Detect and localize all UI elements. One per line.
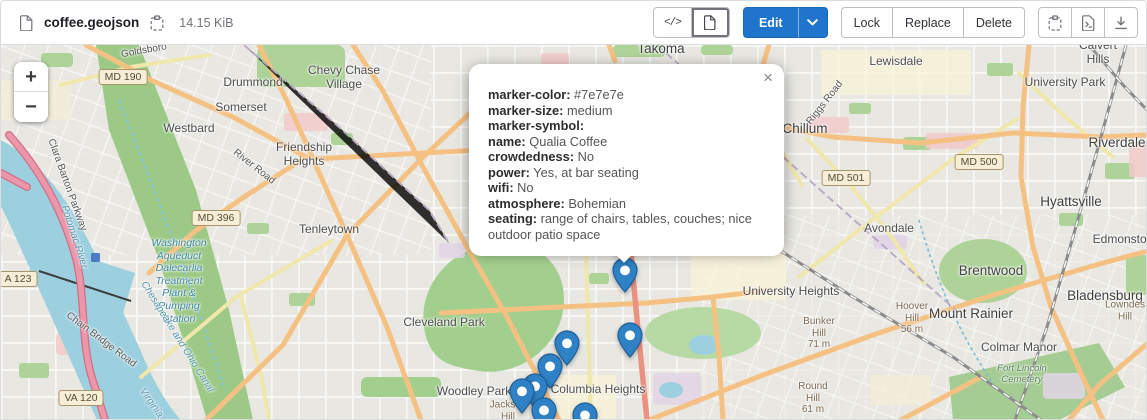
zoom-in-button[interactable]: + [14,62,48,92]
replace-button[interactable]: Replace [892,7,964,38]
copy-contents-button[interactable] [1038,7,1072,38]
code-icon: </> [664,17,681,29]
file-name: coffee.geojson [44,15,139,30]
file-viewer: coffee.geojson 14.15 KiB </> Edit [0,0,1147,420]
popup-property: power: Yes, at bar seating [488,165,770,181]
map-pin-icon [572,402,598,420]
raw-file-icon [1082,15,1095,31]
file-action-group: Lock Replace Delete [841,7,1025,38]
map-marker[interactable] [617,322,643,358]
zoom-out-button[interactable]: − [14,92,48,122]
popup-property: marker-color: #7e7e7e [488,87,770,103]
popup-property: wifi: No [488,180,770,196]
map-marker[interactable] [531,397,557,420]
edit-dropdown-button[interactable] [798,7,828,38]
feature-popup: marker-color: #7e7e7emarker-size: medium… [469,64,784,251]
popup-property: crowdedness: No [488,149,770,165]
edit-button[interactable]: Edit [743,7,799,38]
popup-property: marker-size: medium [488,103,770,119]
file-header: coffee.geojson 14.15 KiB </> Edit [1,1,1146,45]
map-marker[interactable] [572,402,598,420]
delete-button[interactable]: Delete [963,7,1025,38]
map-pin-icon [612,257,638,293]
lock-button[interactable]: Lock [841,7,893,38]
popup-property: marker-symbol: [488,118,770,134]
popup-property: name: Qualia Coffee [488,134,770,150]
popup-property: seating: range of chairs, tables, couche… [488,211,770,242]
copy-icon [1048,15,1062,31]
edit-split-button: Edit [743,7,828,38]
copy-file-path-button[interactable] [148,13,166,33]
display-source-button[interactable]: </> [653,7,692,38]
map-pin-icon [617,322,643,358]
view-toggle-group: </> [653,7,730,38]
chevron-down-icon [807,19,818,26]
map-marker[interactable] [612,257,638,293]
map-zoom-control: + − [14,62,48,122]
download-icon [1114,16,1128,30]
map-pin-icon [531,397,557,420]
file-icon [18,13,35,33]
popup-property: atmosphere: Bohemian [488,196,770,212]
utility-icon-group [1038,7,1138,38]
file-size: 14.15 KiB [179,16,233,30]
popup-content: marker-color: #7e7e7emarker-size: medium… [469,64,784,256]
open-raw-button[interactable] [1071,7,1105,38]
display-rendered-button[interactable] [691,7,730,38]
header-actions: </> Edit Lock Replace Delete [653,7,1138,38]
document-icon [704,15,716,30]
download-button[interactable] [1104,7,1138,38]
map-canvas[interactable]: + − marker-color: #7e7e7emarker-size: me… [1,45,1147,420]
popup-close-button[interactable]: × [763,69,773,86]
